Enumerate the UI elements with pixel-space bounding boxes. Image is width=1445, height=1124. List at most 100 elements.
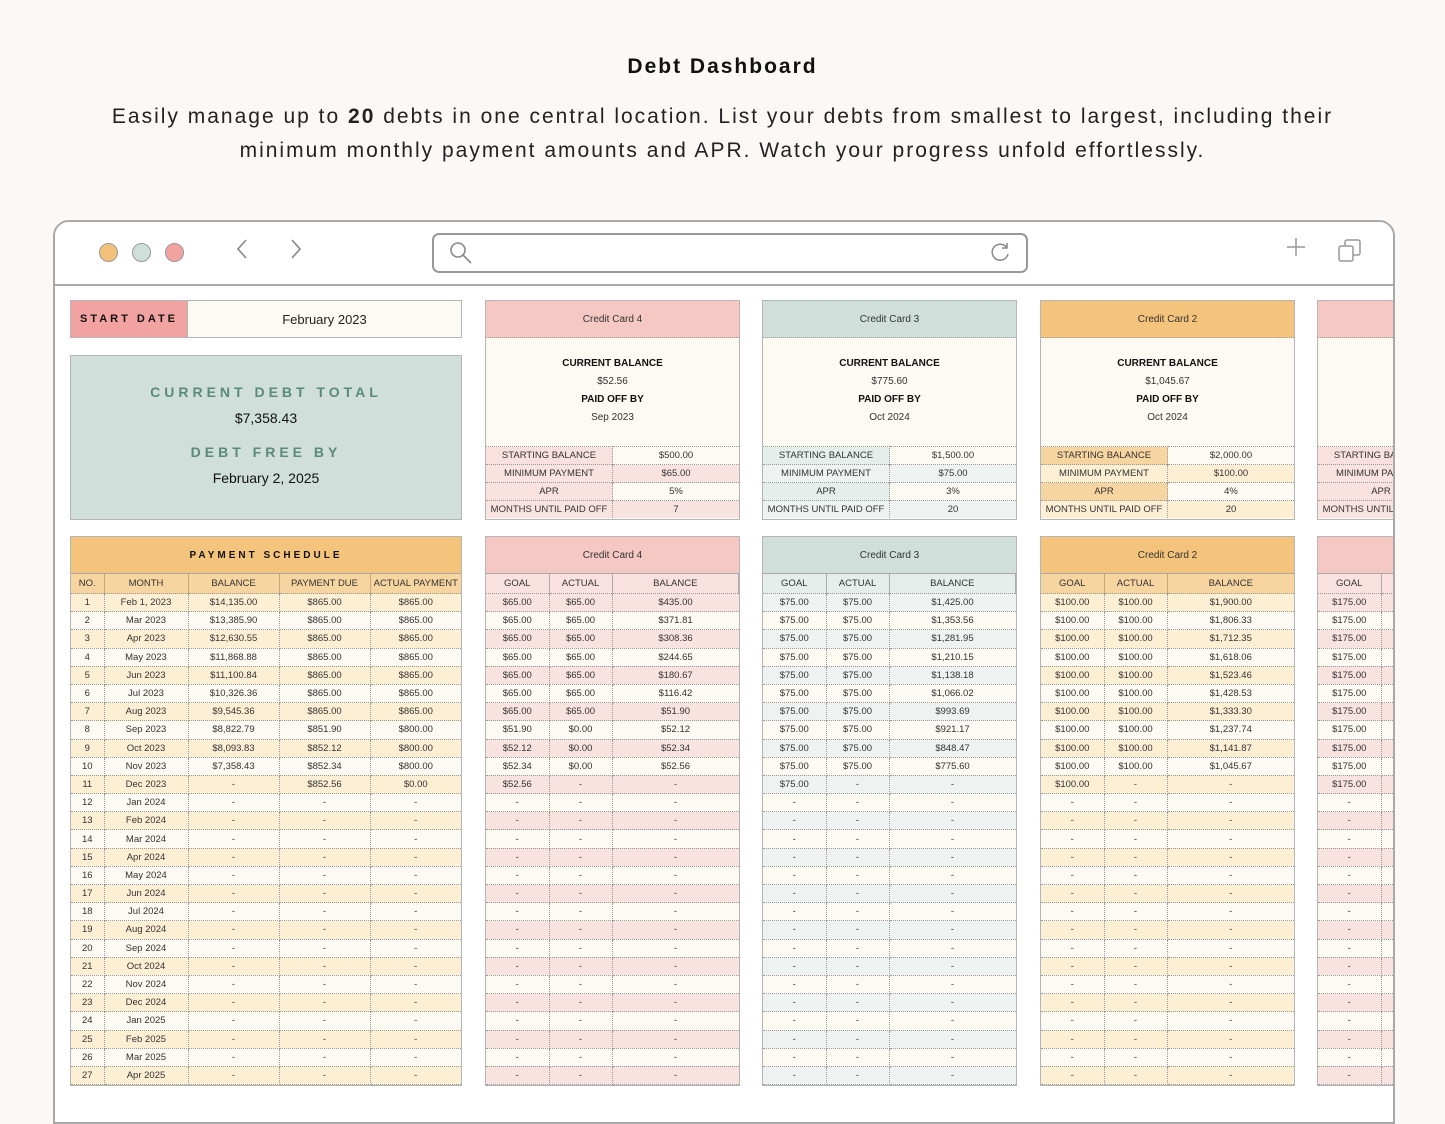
table-cell[interactable]: $100.00 <box>1104 720 1168 740</box>
table-cell[interactable]: - <box>826 793 890 813</box>
table-cell[interactable]: - <box>1381 957 1393 976</box>
detail-value[interactable]: 20 <box>889 500 1016 518</box>
table-cell[interactable]: - <box>1104 957 1168 976</box>
table-cell[interactable]: $75.00 <box>826 611 890 631</box>
table-cell[interactable]: - <box>370 866 461 886</box>
table-cell[interactable]: - <box>549 1048 613 1067</box>
table-cell[interactable]: - <box>1381 884 1393 904</box>
table-cell[interactable]: - <box>1381 848 1393 867</box>
table-cell[interactable]: $865.00 <box>370 593 461 613</box>
table-cell[interactable]: - <box>1381 1011 1393 1031</box>
table-cell[interactable]: - <box>549 1066 613 1086</box>
table-cell[interactable]: - <box>826 993 890 1013</box>
detail-value[interactable]: $2,000.00 <box>1167 446 1294 465</box>
table-cell[interactable]: - <box>370 902 461 922</box>
detail-value[interactable]: 5% <box>612 482 739 501</box>
table-cell[interactable]: - <box>826 866 890 886</box>
table-cell[interactable]: $75.00 <box>826 684 890 704</box>
table-cell[interactable]: $100.00 <box>1104 684 1168 704</box>
table-cell[interactable]: - <box>1381 920 1393 940</box>
table-cell[interactable]: - <box>549 884 613 904</box>
detail-value[interactable]: 7 <box>612 500 739 518</box>
table-cell[interactable] <box>1381 702 1393 722</box>
table-cell[interactable]: - <box>1104 775 1168 795</box>
table-cell[interactable]: - <box>549 848 613 867</box>
table-cell[interactable]: - <box>826 1011 890 1031</box>
table-cell[interactable]: - <box>370 1048 461 1067</box>
table-cell[interactable]: $100.00 <box>1104 702 1168 722</box>
table-cell[interactable]: $865.00 <box>370 666 461 685</box>
detail-value[interactable]: 3% <box>889 482 1016 501</box>
table-cell[interactable]: $75.00 <box>826 629 890 649</box>
reload-icon[interactable] <box>988 240 1012 269</box>
table-cell[interactable]: $865.00 <box>370 684 461 704</box>
table-cell[interactable]: - <box>1104 811 1168 831</box>
table-cell[interactable]: $0.00 <box>549 739 613 758</box>
table-cell[interactable]: $800.00 <box>370 739 461 758</box>
table-cell[interactable]: - <box>549 775 613 795</box>
detail-value[interactable]: $500.00 <box>612 446 739 465</box>
table-cell[interactable]: $75.00 <box>826 720 890 740</box>
table-cell[interactable]: $75.00 <box>826 757 890 776</box>
table-cell[interactable]: - <box>1104 793 1168 813</box>
table-cell[interactable]: $100.00 <box>1104 739 1168 758</box>
table-cell[interactable]: $865.00 <box>370 629 461 649</box>
maximize-dot-icon[interactable] <box>165 243 184 262</box>
table-cell[interactable]: - <box>549 993 613 1013</box>
close-dot-icon[interactable] <box>99 243 118 262</box>
table-cell[interactable] <box>1381 629 1393 649</box>
table-cell[interactable] <box>1381 775 1393 795</box>
table-cell[interactable]: $75.00 <box>826 666 890 685</box>
table-cell[interactable]: - <box>549 811 613 831</box>
table-cell[interactable]: - <box>826 1048 890 1067</box>
table-cell[interactable]: $0.00 <box>549 720 613 740</box>
table-cell[interactable]: - <box>826 920 890 940</box>
table-cell[interactable]: - <box>370 957 461 976</box>
detail-value[interactable]: $65.00 <box>612 464 739 483</box>
table-cell[interactable]: - <box>370 811 461 831</box>
table-cell[interactable]: - <box>1104 975 1168 995</box>
table-cell[interactable]: - <box>1104 884 1168 904</box>
table-cell[interactable] <box>1381 593 1393 613</box>
table-cell[interactable]: - <box>1381 1066 1393 1086</box>
table-cell[interactable]: - <box>826 902 890 922</box>
table-cell[interactable]: - <box>1104 866 1168 886</box>
table-cell[interactable]: - <box>1381 975 1393 995</box>
table-cell[interactable]: - <box>370 793 461 813</box>
table-cell[interactable]: - <box>370 884 461 904</box>
start-date-input[interactable]: February 2023 <box>188 301 461 337</box>
table-cell[interactable]: - <box>1104 902 1168 922</box>
table-cell[interactable]: - <box>826 1066 890 1086</box>
table-cell[interactable]: - <box>1104 920 1168 940</box>
table-cell[interactable]: $100.00 <box>1104 648 1168 667</box>
table-cell[interactable]: - <box>370 993 461 1013</box>
table-cell[interactable] <box>1381 611 1393 631</box>
table-cell[interactable]: $865.00 <box>370 702 461 722</box>
forward-icon[interactable] <box>289 237 303 266</box>
table-cell[interactable]: - <box>370 975 461 995</box>
table-cell[interactable]: - <box>1104 1048 1168 1067</box>
table-cell[interactable]: - <box>549 902 613 922</box>
table-cell[interactable]: $75.00 <box>826 593 890 613</box>
table-cell[interactable]: - <box>1381 793 1393 813</box>
table-cell[interactable]: - <box>826 775 890 795</box>
table-cell[interactable]: - <box>370 939 461 958</box>
table-cell[interactable]: - <box>370 1066 461 1086</box>
detail-value[interactable]: $75.00 <box>889 464 1016 483</box>
table-cell[interactable]: - <box>1381 1048 1393 1067</box>
table-cell[interactable] <box>1381 739 1393 758</box>
url-bar[interactable] <box>432 233 1028 273</box>
table-cell[interactable]: $65.00 <box>549 629 613 649</box>
minimize-dot-icon[interactable] <box>132 243 151 262</box>
table-cell[interactable]: - <box>1381 939 1393 958</box>
table-cell[interactable]: - <box>826 939 890 958</box>
debt-card-title[interactable]: Credit Card 2 <box>1041 301 1294 338</box>
table-cell[interactable]: - <box>370 1030 461 1049</box>
table-cell[interactable]: $100.00 <box>1104 629 1168 649</box>
table-cell[interactable]: - <box>549 920 613 940</box>
table-cell[interactable]: - <box>1381 993 1393 1013</box>
copy-tabs-icon[interactable] <box>1337 238 1363 269</box>
table-cell[interactable]: $65.00 <box>549 593 613 613</box>
table-cell[interactable]: - <box>1104 829 1168 849</box>
table-cell[interactable]: $800.00 <box>370 720 461 740</box>
